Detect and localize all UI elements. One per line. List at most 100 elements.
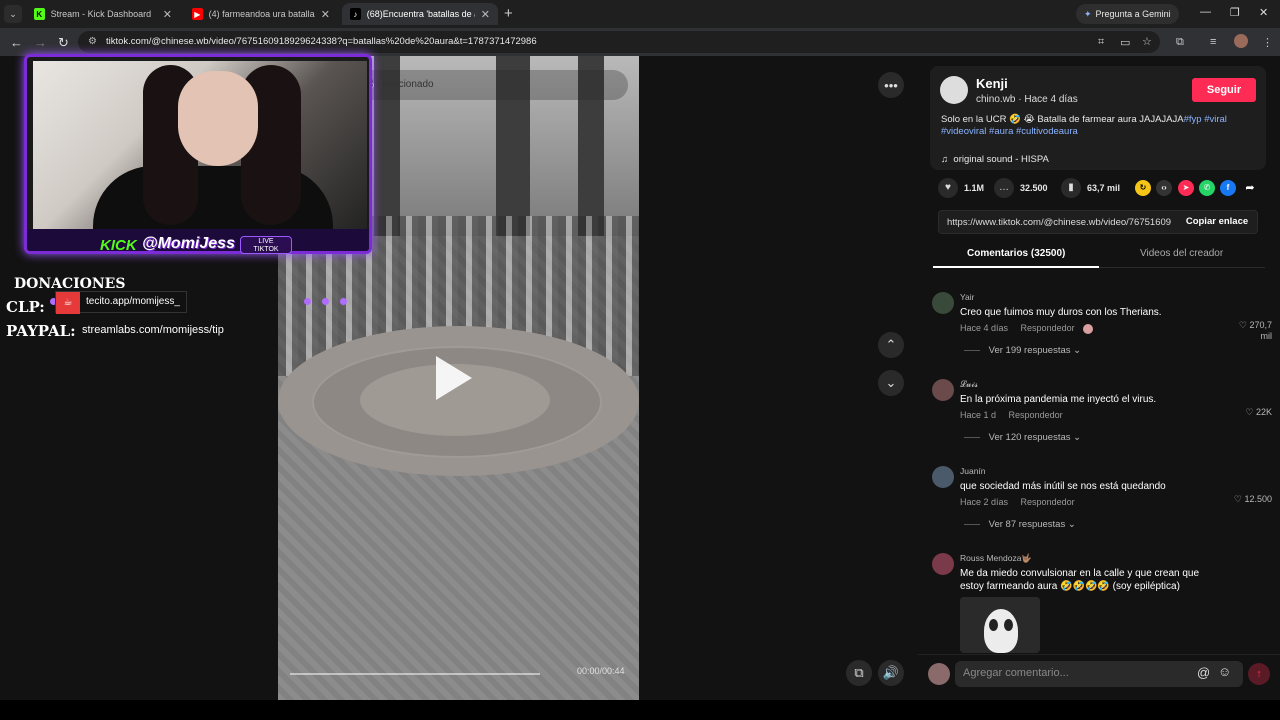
close-tab-icon[interactable]: ✕	[163, 8, 172, 21]
view-replies-button[interactable]: Ver 120 respuestas ⌄	[964, 432, 1081, 443]
translate-icon[interactable]: ⌗	[1098, 36, 1104, 49]
commenter-name[interactable]: 𝓛𝓾𝓲𝓼	[960, 379, 978, 390]
close-tab-icon[interactable]: ✕	[481, 8, 490, 21]
reply-button[interactable]: Respondedor	[1009, 410, 1063, 420]
tab-youtube[interactable]: ▶ (4) farmeandoa ura batallas - YouTube …	[184, 3, 338, 25]
comment-like[interactable]: ♡ 22K	[1228, 407, 1272, 418]
mention-icon[interactable]: @	[1197, 665, 1210, 680]
my-avatar[interactable]	[928, 663, 950, 685]
volume-icon[interactable]: 🔊	[878, 660, 904, 686]
view-replies-button[interactable]: Ver 199 respuestas ⌄	[964, 345, 1081, 356]
reload-icon[interactable]: ↻	[58, 35, 69, 51]
commenter-avatar[interactable]	[932, 379, 954, 401]
pip-icon[interactable]: ⧉	[846, 660, 872, 686]
share-arrow-icon[interactable]: ➦	[1242, 180, 1258, 196]
browser-tab-bar: ⌄ K Stream - Kick Dashboard ✕ ▶ (4) farm…	[0, 0, 1280, 28]
close-tab-icon[interactable]: ✕	[321, 8, 330, 21]
hashtag-link[interactable]: #aura	[986, 126, 1013, 137]
live-badge: LIVE TIKTOK	[240, 236, 292, 254]
webcam-face	[178, 71, 258, 166]
kick-logo: KICK	[100, 237, 137, 254]
comment-like[interactable]: ♡ 270,7 mil	[1228, 320, 1272, 342]
bookmark-star-icon[interactable]: ☆	[1142, 35, 1152, 48]
tab-tiktok[interactable]: ♪ (68)Encuentra 'batallas de aura' en Ti…	[342, 3, 498, 25]
sound-link[interactable]: ♫ original sound - HISPA	[941, 154, 1049, 165]
tab-list-button[interactable]: ⌄	[4, 5, 22, 23]
tecito-text: tecito.app/momijess_	[86, 296, 180, 307]
facebook-icon[interactable]: f	[1220, 180, 1236, 196]
commenter-avatar[interactable]	[932, 553, 954, 575]
reply-button[interactable]: Respondedor	[1021, 497, 1075, 507]
previous-video-icon[interactable]: ⌃	[878, 332, 904, 358]
tab-creator-videos[interactable]: Videos del creador	[1140, 248, 1223, 259]
url-text: tiktok.com/@chinese.wb/video/76751609189…	[106, 36, 537, 47]
author-handle: chino.wb · Hace 4 días	[976, 94, 1078, 105]
bookmark-icon[interactable]: ▮	[1061, 178, 1081, 198]
heart-outline-icon: ♡	[1245, 407, 1254, 417]
gemini-button[interactable]: ✦ Pregunta a Gemini	[1076, 4, 1179, 24]
follow-button[interactable]: Seguir	[1192, 78, 1256, 102]
tab-comments[interactable]: Comentarios (32500)	[967, 248, 1065, 259]
more-options-icon[interactable]: •••	[878, 72, 904, 98]
hashtag-link[interactable]: #fyp	[1184, 114, 1202, 125]
hashtag-link[interactable]: #viral	[1202, 114, 1227, 125]
reply-button[interactable]: Respondedor	[1021, 323, 1075, 333]
comment-like[interactable]: ♡ 12.500	[1228, 494, 1272, 505]
emoji-icon[interactable]: ☺	[1218, 664, 1231, 679]
minimize-icon[interactable]: —	[1200, 6, 1211, 18]
comment-meta: Hace 2 días Respondedor	[960, 497, 1075, 507]
play-icon[interactable]	[436, 356, 472, 400]
close-window-icon[interactable]: ✕	[1259, 6, 1268, 19]
comment-time: Hace 4 días	[960, 323, 1009, 333]
menu-icon[interactable]: ⋮	[1262, 36, 1273, 49]
commenter-name[interactable]: Yair	[960, 292, 975, 302]
tecito-cup-icon: ☕	[56, 292, 80, 314]
commenter-name[interactable]: Rouss Mendoza🤟🏽	[960, 553, 1032, 564]
panda-eye	[989, 619, 998, 631]
comment-icon[interactable]: …	[994, 178, 1014, 198]
view-replies-label: Ver 199 respuestas	[988, 345, 1071, 356]
next-video-icon[interactable]: ⌄	[878, 370, 904, 396]
commenter-name[interactable]: Juanín	[960, 466, 986, 476]
view-replies-label: Ver 120 respuestas	[988, 432, 1071, 443]
profile-avatar[interactable]	[1234, 34, 1248, 48]
cast-icon[interactable]: ▭	[1120, 36, 1130, 49]
back-icon[interactable]: ←	[10, 35, 23, 50]
author-avatar[interactable]	[940, 76, 968, 104]
author-name[interactable]: Kenji	[976, 76, 1008, 91]
new-tab-button[interactable]: +	[504, 5, 513, 22]
overlay-dot	[340, 298, 347, 305]
comment-time: Hace 1 d	[960, 410, 997, 420]
video-progress-bar[interactable]	[290, 673, 540, 675]
copy-link-button[interactable]: Copiar enlace	[1175, 211, 1259, 233]
repost-icon[interactable]: ↻	[1135, 180, 1151, 196]
search-icon[interactable]: ⌕	[368, 77, 618, 93]
live-sub-label: TIKTOK	[253, 246, 279, 253]
comment-time: Hace 2 días	[960, 497, 1009, 507]
forward-icon[interactable]: →	[34, 35, 47, 50]
video-link[interactable]: https://www.tiktok.com/@chinese.wb/video…	[947, 217, 1171, 228]
site-info-icon[interactable]: ⚙	[88, 36, 99, 47]
commenter-avatar[interactable]	[932, 466, 954, 488]
like-heart-icon[interactable]: ♥	[938, 178, 958, 198]
tab-title: Stream - Kick Dashboard	[50, 9, 152, 19]
comment-meta: Hace 1 d Respondedor	[960, 410, 1063, 420]
view-replies-button[interactable]: Ver 87 respuestas ⌄	[964, 519, 1076, 530]
panda-eye	[1004, 619, 1013, 631]
live-label: LIVE	[258, 238, 274, 245]
post-comment-button[interactable]: ↑	[1248, 663, 1270, 685]
comment-sticker-image[interactable]	[960, 597, 1040, 653]
streamer-webcam	[24, 54, 372, 254]
whatsapp-icon[interactable]: ✆	[1199, 180, 1215, 196]
restore-icon[interactable]: ❐	[1230, 6, 1240, 19]
address-bar[interactable]: ⚙ tiktok.com/@chinese.wb/video/767516091…	[78, 31, 1160, 53]
extensions-icon[interactable]: ⧉	[1176, 36, 1184, 49]
commenter-avatar[interactable]	[932, 292, 954, 314]
embed-icon[interactable]: ‹›	[1156, 180, 1172, 196]
reading-list-icon[interactable]: ≡	[1210, 36, 1216, 48]
send-icon[interactable]: ➤	[1178, 180, 1194, 196]
hashtag-link[interactable]: #videoviral	[941, 126, 986, 137]
tab-kick-dashboard[interactable]: K Stream - Kick Dashboard ✕	[26, 3, 180, 25]
heart-outline-icon: ♡	[1233, 494, 1242, 504]
hashtag-link[interactable]: #cultivodeaura	[1013, 126, 1078, 137]
